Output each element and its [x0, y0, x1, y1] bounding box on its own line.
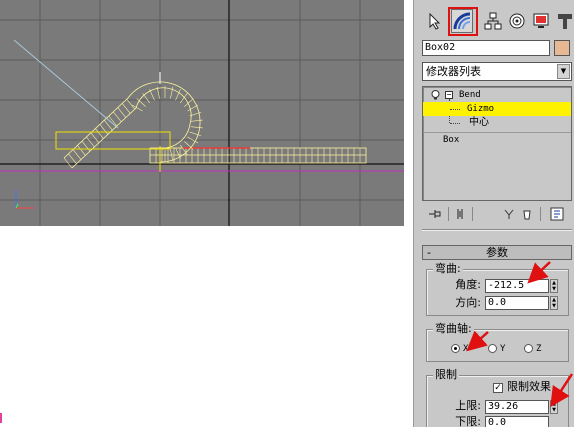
- command-panel-tabs: [420, 6, 574, 38]
- limit-group: 限制 ✓ 限制效果 上限: 39.26 ▲ ▼ 下限: 0.0: [426, 368, 569, 427]
- upper-limit-spinner[interactable]: ▲ ▼: [550, 400, 558, 414]
- angle-input[interactable]: -212.5: [485, 279, 549, 293]
- direction-input[interactable]: 0.0: [485, 296, 549, 310]
- utilities-hammer-icon: [558, 14, 572, 29]
- stack-item-gizmo[interactable]: Gizmo: [423, 102, 571, 116]
- limit-effect-checkbox[interactable]: ✓: [493, 383, 503, 393]
- angle-spinner[interactable]: ▲ ▼: [550, 279, 558, 293]
- limit-group-title: 限制: [433, 368, 459, 382]
- limit-effect-label: 限制效果: [507, 380, 551, 393]
- lower-limit-input[interactable]: 0.0: [485, 416, 549, 427]
- angle-label: 角度:: [455, 278, 481, 291]
- tab-display[interactable]: [530, 9, 552, 33]
- stack-item-bend[interactable]: − Bend: [423, 88, 571, 102]
- tab-motion[interactable]: [506, 9, 528, 33]
- chevron-down-icon[interactable]: ▼: [557, 64, 570, 79]
- axis-y-radio[interactable]: [488, 344, 497, 353]
- make-unique-icon: [504, 209, 514, 219]
- hierarchy-icon: [484, 12, 502, 30]
- tab-utilities[interactable]: [554, 9, 574, 33]
- axis-z-label: Z: [536, 344, 542, 354]
- collapse-toggle-icon[interactable]: −: [445, 91, 453, 99]
- stack-toolbar: [422, 205, 572, 223]
- modify-tab-highlight: [448, 7, 478, 36]
- axis-y-label: Y: [500, 344, 506, 354]
- pin-icon: [429, 210, 441, 218]
- axis-z-radio[interactable]: [524, 344, 533, 353]
- box-segment-ticks: [155, 148, 361, 163]
- pink-marker: [0, 413, 2, 423]
- remove-modifier-button[interactable]: [520, 207, 534, 221]
- trash-icon: [523, 210, 531, 220]
- bend-gizmo: [55, 131, 171, 172]
- show-end-result-icon: [457, 209, 463, 219]
- lightbulb-icon[interactable]: [431, 90, 440, 100]
- tab-create[interactable]: [424, 9, 446, 33]
- direction-spinner[interactable]: ▲ ▼: [550, 296, 558, 310]
- show-end-result-button[interactable]: [454, 207, 468, 221]
- viewport-scene: [0, 0, 404, 226]
- bend-group: 弯曲: 角度: -212.5 ▲ ▼ 方向: 0.0 ▲ ▼: [426, 262, 569, 316]
- rollout-title: 参数: [486, 246, 508, 259]
- create-arrow-icon: [429, 12, 441, 30]
- stack-item-center[interactable]: 中心: [423, 116, 571, 130]
- viewport-grid: [0, 0, 404, 226]
- stack-item-label: 中心: [469, 117, 489, 128]
- make-unique-button[interactable]: [502, 207, 516, 221]
- modifier-list-dropdown[interactable]: 修改器列表 ▼: [422, 62, 572, 81]
- tab-hierarchy[interactable]: [482, 9, 504, 33]
- rollout-collapse-icon: -: [427, 246, 431, 259]
- stack-item-label: Gizmo: [467, 104, 495, 114]
- direction-label: 方向:: [455, 296, 481, 309]
- bend-axis-group: 弯曲轴: X Y Z: [426, 322, 569, 362]
- stack-item-box[interactable]: Box: [423, 132, 571, 146]
- modifier-stack: − Bend Gizmo 中心 Box: [422, 86, 572, 201]
- parameters-rollout-header[interactable]: - 参数: [422, 245, 572, 260]
- object-color-swatch[interactable]: [554, 40, 570, 56]
- diagonal-ray: [13, 39, 119, 129]
- panel-divider: [422, 229, 572, 231]
- pin-stack-button[interactable]: [428, 207, 442, 221]
- configure-sets-icon: [550, 207, 564, 221]
- lower-limit-label: 下限:: [455, 415, 481, 427]
- axis-tripod: [15, 190, 34, 209]
- axis-x-label: X: [463, 344, 469, 354]
- motion-icon: [509, 13, 525, 29]
- perspective-viewport[interactable]: [0, 0, 404, 226]
- axis-x-radio[interactable]: [451, 344, 460, 353]
- display-monitor-icon: [533, 13, 549, 28]
- upper-limit-label: 上限:: [455, 399, 481, 412]
- stack-item-label: Bend: [459, 90, 481, 100]
- command-panel: Box02 修改器列表 ▼ − Bend Gizmo 中心 Box - 参数 弯…: [413, 0, 574, 427]
- upper-limit-input[interactable]: 39.26: [485, 400, 549, 414]
- configure-modifier-sets-button[interactable]: [550, 207, 564, 221]
- modifier-list-label: 修改器列表: [426, 65, 481, 78]
- object-name-field[interactable]: Box02: [422, 40, 550, 56]
- bend-group-title: 弯曲:: [433, 262, 463, 276]
- stack-item-label: Box: [443, 135, 460, 145]
- bend-axis-group-title: 弯曲轴:: [433, 322, 474, 336]
